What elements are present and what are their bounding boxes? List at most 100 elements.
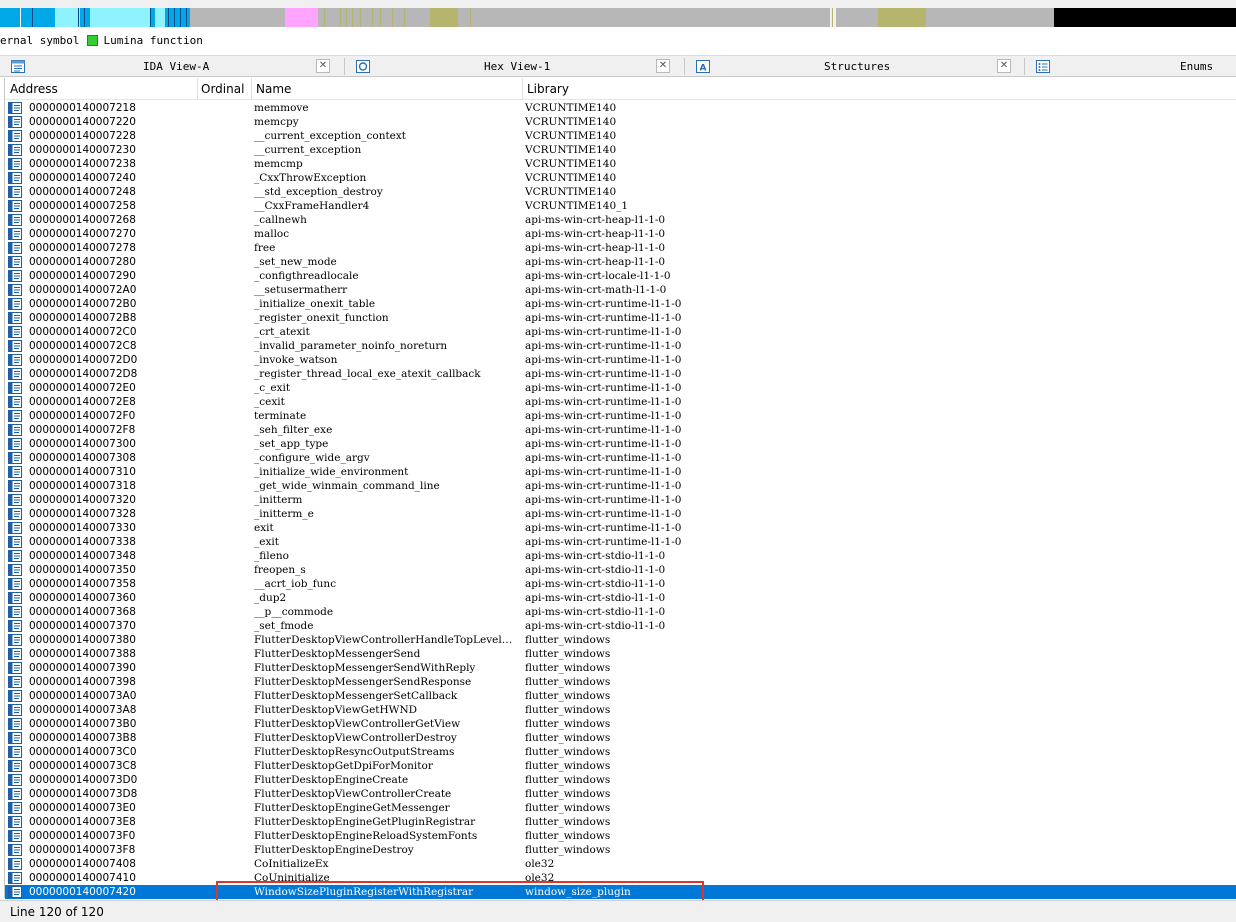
table-row[interactable]: 0000000140007398 FlutterDesktopMessengerS… <box>5 675 1236 689</box>
cell-address: 0000000140007358 <box>29 578 136 590</box>
table-row[interactable]: 00000001400073F0 FlutterDesktopEngineRelo… <box>5 829 1236 843</box>
table-row[interactable]: 0000000140007318 _get_wide_winmain_comman… <box>5 479 1236 493</box>
navigation-band[interactable] <box>0 0 1236 27</box>
cell-name: __acrt_iob_func <box>254 578 337 590</box>
column-header-ordinal[interactable]: Ordinal <box>201 82 244 96</box>
table-row[interactable]: 00000001400073B8 FlutterDesktopViewContro… <box>5 731 1236 745</box>
table-row[interactable]: 0000000140007248 __std_exception_destroy V… <box>5 185 1236 199</box>
nav-tick <box>340 8 341 27</box>
import-entry-icon <box>8 858 22 870</box>
nav-tick <box>168 8 169 27</box>
table-row[interactable]: 0000000140007308 _configure_wide_argv api-… <box>5 451 1236 465</box>
table-row[interactable]: 0000000140007360 _dup2 api-ms-win-crt-stdi… <box>5 591 1236 605</box>
table-row[interactable]: 0000000140007390 FlutterDesktopMessengerS… <box>5 661 1236 675</box>
import-entry-icon <box>8 704 22 716</box>
table-row[interactable]: 00000001400072A0 __setusermatherr api-ms-w… <box>5 283 1236 297</box>
table-row[interactable]: 00000001400073C0 FlutterDesktopResyncOutp… <box>5 745 1236 759</box>
table-row[interactable]: 0000000140007380 FlutterDesktopViewContro… <box>5 633 1236 647</box>
column-divider[interactable] <box>522 78 523 100</box>
table-row[interactable]: 00000001400072F0 terminate api-ms-win-crt-… <box>5 409 1236 423</box>
cell-address: 00000001400073A8 <box>29 704 137 716</box>
column-header-address[interactable]: Address <box>10 82 58 96</box>
table-row[interactable]: 00000001400072E0 _c_exit api-ms-win-crt-ru… <box>5 381 1236 395</box>
cell-address: 0000000140007270 <box>29 228 136 240</box>
table-row[interactable]: 0000000140007408 CoInitializeEx ole32 <box>5 857 1236 871</box>
import-entry-icon <box>8 284 22 296</box>
table-header: Address Ordinal Name Library <box>5 78 1236 100</box>
table-row[interactable]: 00000001400073D0 FlutterDesktopEngineCrea… <box>5 773 1236 787</box>
table-row[interactable]: 00000001400072B0 _initialize_onexit_table… <box>5 297 1236 311</box>
table-row[interactable]: 00000001400073A0 FlutterDesktopMessengerS… <box>5 689 1236 703</box>
table-row[interactable]: 0000000140007290 _configthreadlocale api-m… <box>5 269 1236 283</box>
table-row[interactable]: 0000000140007410 CoUninitialize ole32 <box>5 871 1236 885</box>
close-icon[interactable]: ✕ <box>656 59 670 73</box>
cell-name: _crt_atexit <box>254 326 310 338</box>
table-row[interactable]: 0000000140007370 _set_fmode api-ms-win-crt… <box>5 619 1236 633</box>
table-row[interactable]: 00000001400073B0 FlutterDesktopViewContro… <box>5 717 1236 731</box>
table-row[interactable]: 00000001400073E0 FlutterDesktopEngineGetM… <box>5 801 1236 815</box>
cell-name: _initialize_onexit_table <box>254 298 376 310</box>
tab-enums[interactable]: Enums <box>1025 56 1236 77</box>
table-row[interactable]: 0000000140007300 _set_app_type api-ms-win-… <box>5 437 1236 451</box>
table-row[interactable]: 0000000140007278 free api-ms-win-crt-heap-… <box>5 241 1236 255</box>
table-row[interactable]: 0000000140007350 freopen_s api-ms-win-crt-… <box>5 563 1236 577</box>
table-row[interactable]: 0000000140007268 _callnewh api-ms-win-crt-… <box>5 213 1236 227</box>
table-row[interactable]: 00000001400073F8 FlutterDesktopEngineDest… <box>5 843 1236 857</box>
table-row[interactable]: 0000000140007348 _fileno api-ms-win-crt-st… <box>5 549 1236 563</box>
table-row[interactable]: 0000000140007270 malloc api-ms-win-crt-hea… <box>5 227 1236 241</box>
import-entry-icon <box>8 424 22 436</box>
tab-hex-view-1[interactable]: Hex View-1 ✕ <box>345 56 685 77</box>
column-divider[interactable] <box>197 78 198 100</box>
nav-tick <box>832 8 833 27</box>
legend-label-lumina-function: Lumina function <box>103 33 203 47</box>
cell-name: freopen_s <box>254 564 306 576</box>
close-icon[interactable]: ✕ <box>997 59 1011 73</box>
close-icon[interactable]: ✕ <box>316 59 330 73</box>
table-row[interactable]: 00000001400072D8 _register_thread_local_e… <box>5 367 1236 381</box>
table-row[interactable]: 00000001400073C8 FlutterDesktopGetDpiForM… <box>5 759 1236 773</box>
table-row[interactable]: 0000000140007328 _initterm_e api-ms-win-cr… <box>5 507 1236 521</box>
table-row[interactable]: 00000001400072B8 _register_onexit_functio… <box>5 311 1236 325</box>
table-row[interactable]: 0000000140007388 FlutterDesktopMessengerS… <box>5 647 1236 661</box>
table-row[interactable]: 0000000140007220 memcpy VCRUNTIME140 <box>5 115 1236 129</box>
table-row[interactable]: 00000001400073E8 FlutterDesktopEngineGetP… <box>5 815 1236 829</box>
table-row[interactable]: 00000001400072C0 _crt_atexit api-ms-win-cr… <box>5 325 1236 339</box>
table-row[interactable]: 0000000140007218 memmove VCRUNTIME140 <box>5 101 1236 115</box>
table-row[interactable]: 00000001400073D8 FlutterDesktopViewContro… <box>5 787 1236 801</box>
cell-name: _initialize_wide_environment <box>254 466 409 478</box>
table-row[interactable]: 0000000140007230 __current_exception VCRUN… <box>5 143 1236 157</box>
cell-name: memcmp <box>254 158 303 170</box>
table-row[interactable]: 0000000140007238 memcmp VCRUNTIME140 <box>5 157 1236 171</box>
table-row[interactable]: 00000001400072D0 _invoke_watson api-ms-win… <box>5 353 1236 367</box>
column-header-library[interactable]: Library <box>527 82 569 96</box>
tab-ida-view-a[interactable]: IDA View-A ✕ <box>0 56 345 77</box>
cell-library: api-ms-win-crt-runtime-l1-1-0 <box>525 480 682 492</box>
tab-structures[interactable]: A Structures ✕ <box>685 56 1025 77</box>
table-row[interactable]: 00000001400072C8 _invalid_parameter_noinf… <box>5 339 1236 353</box>
table-row[interactable]: 00000001400072F8 _seh_filter_exe api-ms-wi… <box>5 423 1236 437</box>
table-row[interactable]: 0000000140007368 __p__commode api-ms-win-c… <box>5 605 1236 619</box>
table-row[interactable]: 0000000140007420 WindowSizePluginRegister… <box>5 885 1236 899</box>
column-divider[interactable] <box>251 78 252 100</box>
table-row[interactable]: 0000000140007358 __acrt_iob_func api-ms-wi… <box>5 577 1236 591</box>
table-row[interactable]: 00000001400072E8 _cexit api-ms-win-crt-run… <box>5 395 1236 409</box>
table-row[interactable]: 0000000140007258 __CxxFrameHandler4 VCRUNT… <box>5 199 1236 213</box>
cell-library: flutter_windows <box>525 788 611 800</box>
cell-name: FlutterDesktopMessengerSendResponse <box>254 676 472 688</box>
column-header-name[interactable]: Name <box>256 82 291 96</box>
table-row[interactable]: 0000000140007320 _initterm api-ms-win-crt-… <box>5 493 1236 507</box>
table-row[interactable]: 0000000140007240 _CxxThrowException VCRUNT… <box>5 171 1236 185</box>
table-row[interactable]: 0000000140007330 exit api-ms-win-crt-runti… <box>5 521 1236 535</box>
table-row[interactable]: 0000000140007310 _initialize_wide_environ… <box>5 465 1236 479</box>
cell-name: FlutterDesktopEngineDestroy <box>254 844 414 856</box>
table-row[interactable]: 0000000140007280 _set_new_mode api-ms-win-… <box>5 255 1236 269</box>
cell-address: 0000000140007308 <box>29 452 136 464</box>
import-entry-icon <box>8 592 22 604</box>
table-row[interactable]: 0000000140007338 _exit api-ms-win-crt-runt… <box>5 535 1236 549</box>
cell-library: api-ms-win-crt-heap-l1-1-0 <box>525 228 666 240</box>
cell-library: VCRUNTIME140 <box>525 144 617 156</box>
cell-library: VCRUNTIME140 <box>525 102 617 114</box>
cell-name: _callnewh <box>254 214 307 226</box>
table-row[interactable]: 00000001400073A8 FlutterDesktopViewGetHWN… <box>5 703 1236 717</box>
table-row[interactable]: 0000000140007228 __current_exception_cont… <box>5 129 1236 143</box>
